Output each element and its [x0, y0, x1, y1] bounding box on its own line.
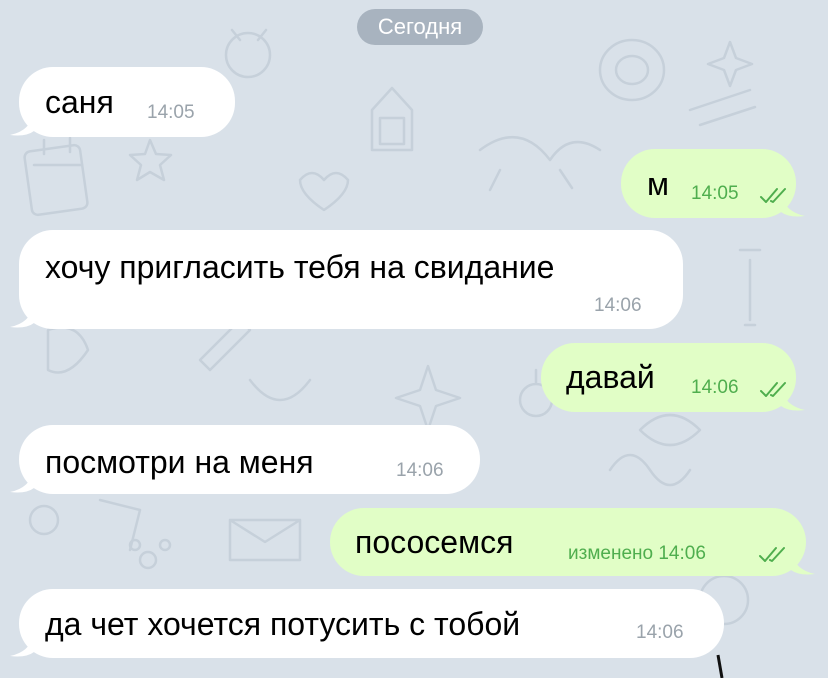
message-time: 14:05	[147, 102, 195, 123]
message-bubble-incoming[interactable]: саня 14:05	[10, 67, 235, 137]
message-time: 14:05	[691, 183, 739, 204]
message-bubble-incoming[interactable]: посмотри на меня 14:06	[10, 425, 480, 494]
message-bubble-incoming[interactable]: хочу пригласить тебя на свидание 14:06	[10, 230, 683, 329]
message-time: 14:06	[594, 295, 642, 316]
message-bubble-outgoing[interactable]: пососемся изменено 14:06	[330, 508, 815, 576]
message-text: посмотри на меня	[45, 444, 314, 480]
message-time: 14:06	[636, 622, 684, 643]
message-bubble-outgoing[interactable]: м 14:05	[621, 149, 805, 218]
bubble-tail-outgoing	[791, 552, 815, 575]
message-text: хочу пригласить тебя на свидание	[45, 249, 555, 285]
message-text: м	[647, 166, 669, 202]
message-text: саня	[45, 84, 114, 120]
read-double-check-icon	[759, 547, 785, 562]
bubble-tail-incoming	[10, 305, 34, 328]
message-text: пососемся	[355, 524, 514, 560]
message-text: давай	[566, 359, 655, 395]
read-double-check-icon	[760, 382, 786, 397]
bubble-tail-incoming	[10, 470, 34, 493]
read-double-check-icon	[760, 188, 786, 203]
bubble-tail-incoming	[10, 113, 34, 136]
message-bubble-incoming[interactable]: да чет хочется потусить с тобой 14:06	[10, 589, 724, 658]
bubble-tail-incoming	[10, 634, 34, 657]
message-time: изменено 14:06	[568, 543, 706, 564]
message-bubble-outgoing[interactable]: давай 14:06	[541, 343, 805, 412]
message-time: 14:06	[396, 460, 444, 481]
message-text: да чет хочется потусить с тобой	[45, 606, 521, 642]
date-separator: Сегодня	[357, 9, 483, 45]
message-time: 14:06	[691, 377, 739, 398]
